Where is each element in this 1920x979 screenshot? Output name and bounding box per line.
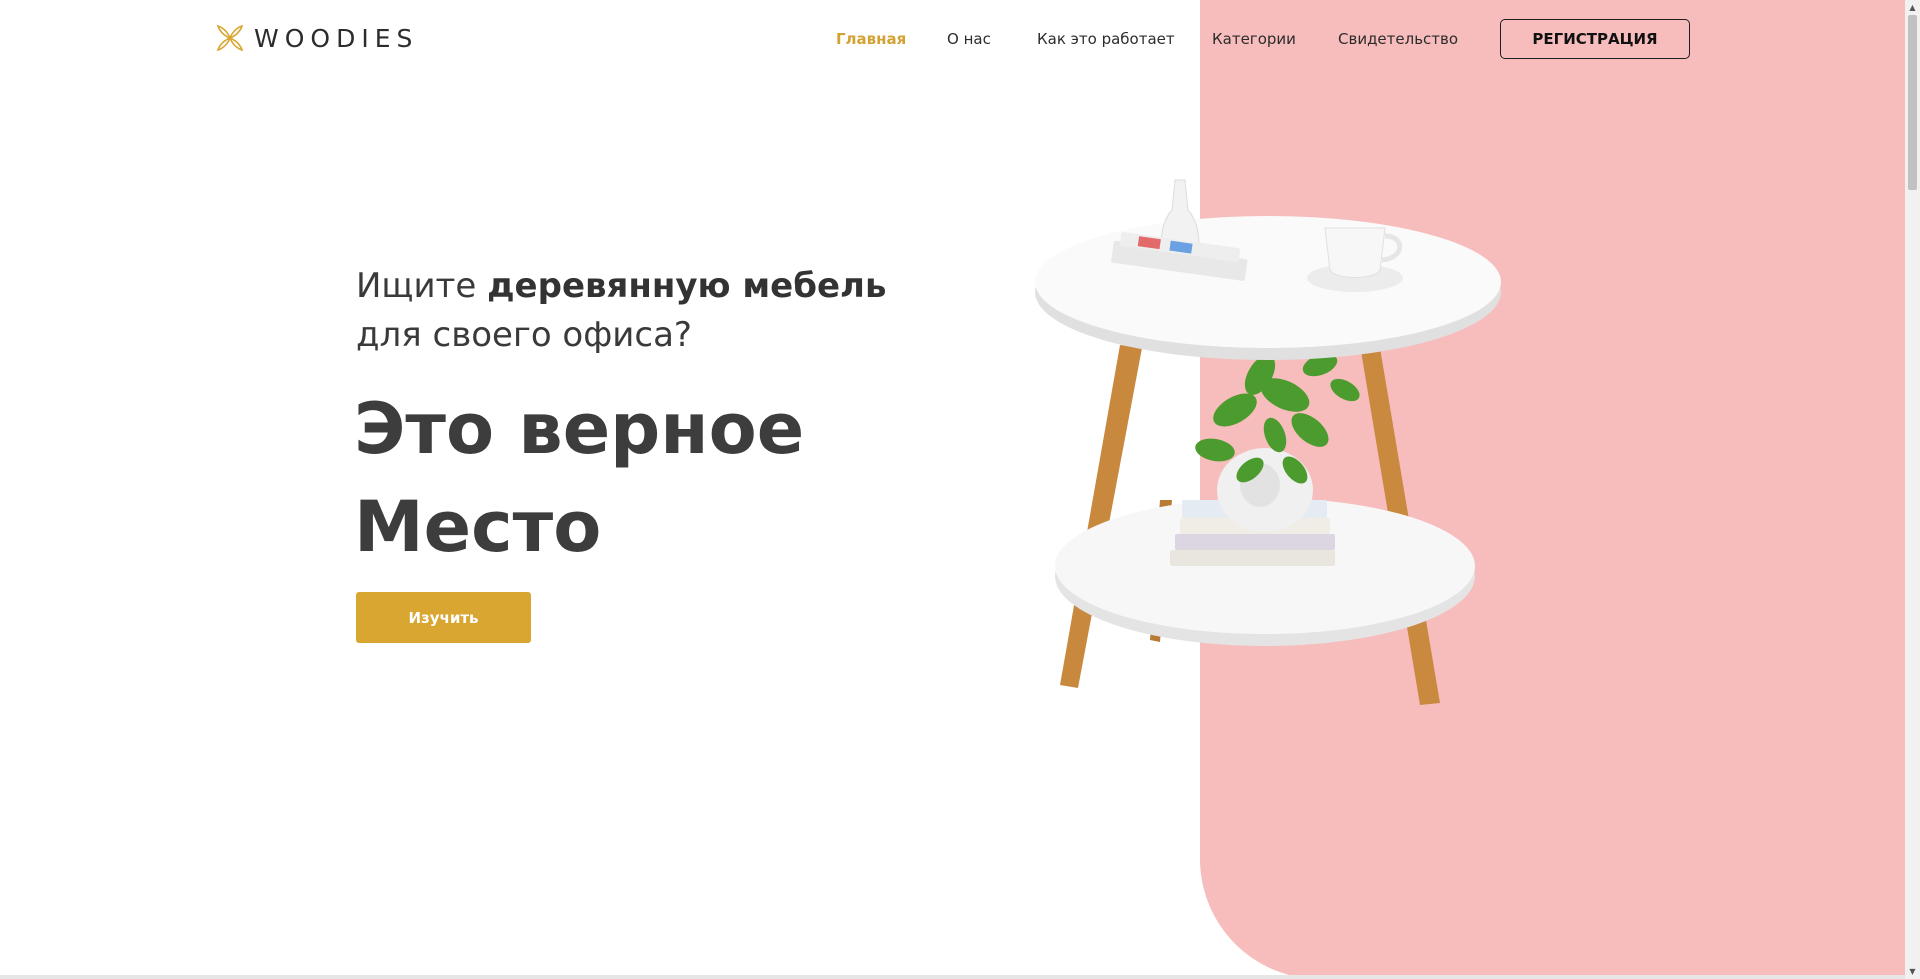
hero-title: Это верное Место [354, 380, 804, 576]
nav-item-about[interactable]: О нас [947, 30, 991, 48]
table-top [1035, 216, 1501, 348]
vertical-scrollbar[interactable]: ▲ ▼ [1905, 0, 1920, 979]
side-table-image [1035, 179, 1501, 705]
nav-item-categories[interactable]: Категории [1212, 30, 1296, 48]
nav-item-testimonials[interactable]: Свидетельство [1338, 30, 1458, 48]
scroll-down-arrow-icon[interactable]: ▼ [1905, 964, 1920, 979]
hero-subtitle-suffix: для своего офиса? [356, 315, 692, 355]
scroll-thumb[interactable] [1908, 15, 1917, 190]
hero-subtitle-prefix: Ищите [356, 266, 488, 306]
main-nav: Главная О нас Как это работает Категории… [0, 0, 1905, 80]
hero-title-line-2: Место [354, 486, 602, 568]
scroll-up-arrow-icon[interactable]: ▲ [1905, 0, 1920, 15]
book-1 [1170, 550, 1335, 566]
hero-title-line-1: Это верное [354, 388, 805, 470]
cup [1324, 227, 1386, 278]
nav-item-home[interactable]: Главная [836, 30, 906, 48]
book-2 [1175, 534, 1335, 550]
page: WOODIES Главная О нас Как это работает К… [0, 0, 1905, 979]
register-button[interactable]: РЕГИСТРАЦИЯ [1500, 19, 1690, 59]
explore-button[interactable]: Изучить [356, 592, 531, 643]
nav-item-how-it-works[interactable]: Как это работает [1037, 30, 1175, 48]
hero-subtitle: Ищите деревянную мебель для своего офиса… [356, 262, 956, 360]
horizontal-scrollbar[interactable] [0, 975, 1905, 979]
site-header: WOODIES Главная О нас Как это работает К… [0, 0, 1905, 80]
hero-subtitle-bold: деревянную мебель [487, 266, 887, 306]
